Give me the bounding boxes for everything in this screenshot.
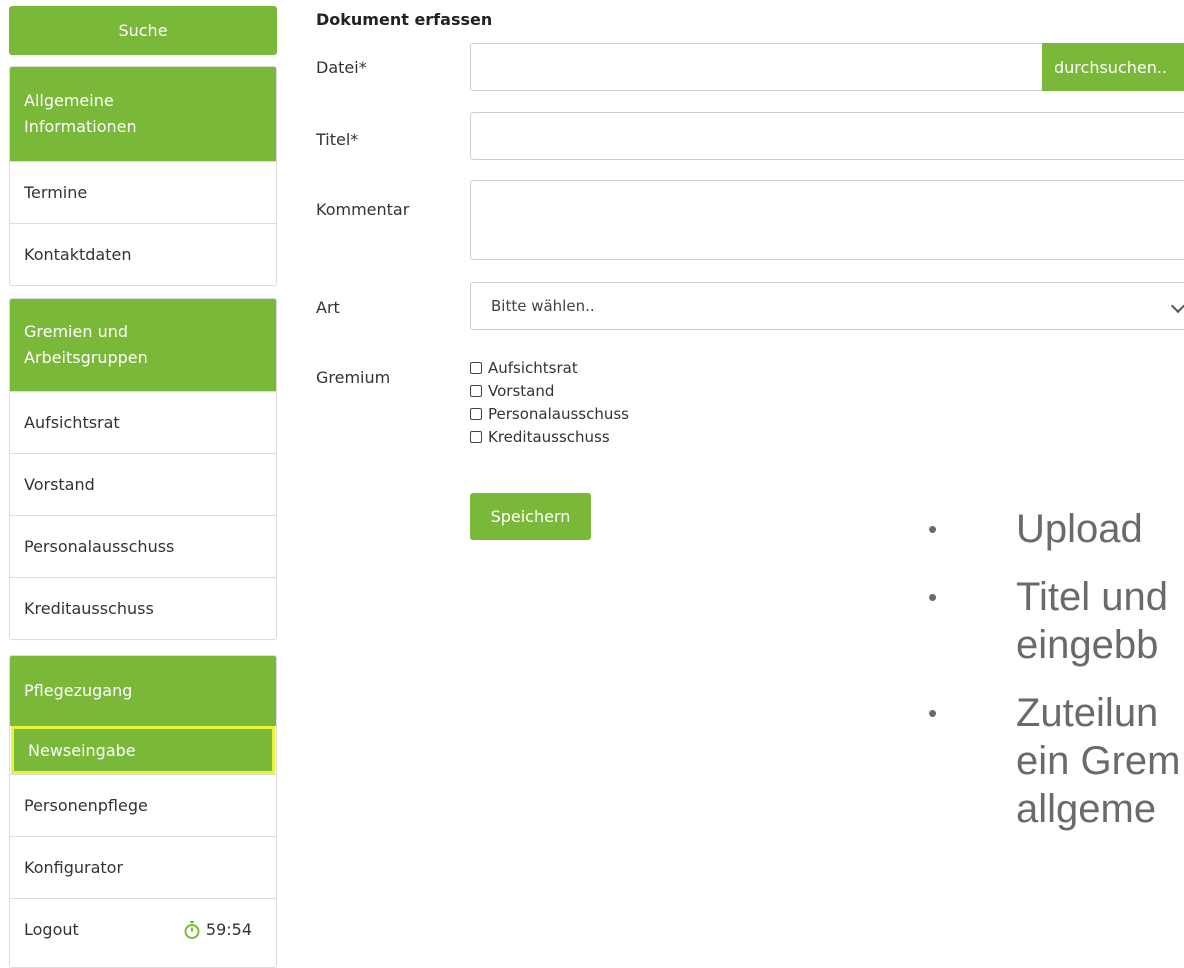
bullet-line: Titel und [1016,575,1168,619]
form-title: Dokument erfassen [316,10,493,29]
stopwatch-icon [184,920,200,939]
checkbox-label: Personalausschuss [488,404,629,423]
comment-textarea[interactable] [470,180,1184,260]
bullet-line: Zuteilun [1016,691,1159,735]
group-header-general[interactable]: Allgemeine Informationen [10,67,276,161]
bullet-line: eingebb [1016,623,1159,667]
sidebar-item-personalausschuss[interactable]: Personalausschuss [10,515,276,577]
type-select[interactable]: Bitte wählen.. [470,282,1184,330]
sidebar-item-kontaktdaten[interactable]: Kontaktdaten [10,223,276,285]
slide-bullets: • Upload • Titel und eingebb • Zuteilun … [928,505,1184,833]
checkbox-box[interactable] [470,407,482,420]
group-title-line: Allgemeine [24,91,114,110]
timer-value: 59:54 [205,920,252,939]
checkbox-kreditausschuss[interactable]: Kreditausschuss [470,425,629,448]
bullet-item: • Zuteilun ein Grem allgeme [928,689,1184,833]
checkbox-box[interactable] [470,361,482,374]
group-committees: Gremien und Arbeitsgruppen Aufsichtsrat V… [9,298,277,640]
comment-label: Kommentar [316,200,410,219]
checkbox-label: Vorstand [488,381,555,400]
title-input[interactable] [470,112,1184,160]
bullet-item: • Upload [928,505,1184,553]
checkbox-label: Aufsichtsrat [488,358,578,377]
bullet-dot: • [928,698,938,728]
group-title-line: Informationen [24,117,137,136]
group-maintenance: Pflegezugang Newseingabe Personenpflege … [9,655,277,968]
logout-label: Logout [24,920,79,939]
group-title-line: Gremien und [24,322,129,341]
checkbox-box[interactable] [470,384,482,397]
file-label: Datei* [316,58,367,77]
title-label: Titel* [316,130,359,149]
bullet-line: ein Grem [1016,739,1181,783]
checkbox-label: Kreditausschuss [488,427,610,446]
bullet-line: Upload [1016,507,1143,551]
sidebar-item-personenpflege[interactable]: Personenpflege [10,774,276,836]
bullet-item: • Titel und eingebb [928,573,1184,669]
chevron-down-icon [1170,298,1184,314]
group-general-info: Allgemeine Informationen Termine Kontaktd… [9,66,277,286]
sidebar-item-termine[interactable]: Termine [10,161,276,223]
bullet-dot: • [928,582,938,612]
checkbox-box[interactable] [470,430,482,443]
committee-label: Gremium [316,368,391,387]
file-input[interactable] [470,43,1046,91]
save-button[interactable]: Speichern [470,493,591,540]
group-title-line: Arbeitsgruppen [24,348,148,367]
sidebar-item-vorstand[interactable]: Vorstand [10,453,276,515]
group-header-maintenance[interactable]: Pflegezugang [10,656,276,726]
checkbox-vorstand[interactable]: Vorstand [470,379,629,402]
sidebar-item-kreditausschuss[interactable]: Kreditausschuss [10,577,276,639]
sidebar-item-newseingabe[interactable]: Newseingabe [11,726,275,774]
bullet-line: allgeme [1016,787,1157,831]
sidebar-item-aufsichtsrat[interactable]: Aufsichtsrat [10,391,276,453]
sidebar-item-konfigurator[interactable]: Konfigurator [10,836,276,898]
checkbox-personalausschuss[interactable]: Personalausschuss [470,402,629,425]
type-label: Art [316,298,340,317]
browse-button[interactable]: durchsuchen.. [1042,43,1184,91]
committee-checkboxes: Aufsichtsrat Vorstand Personalausschuss … [470,356,629,448]
checkbox-aufsichtsrat[interactable]: Aufsichtsrat [470,356,629,379]
type-select-value: Bitte wählen.. [491,297,595,315]
group-title: Pflegezugang [24,681,133,700]
search-button[interactable]: Suche [9,6,277,55]
sidebar-item-logout[interactable]: Logout 59:54 [10,898,276,960]
group-header-committees[interactable]: Gremien und Arbeitsgruppen [10,299,276,391]
bullet-dot: • [928,514,938,544]
session-timer: 59:54 [184,920,252,939]
